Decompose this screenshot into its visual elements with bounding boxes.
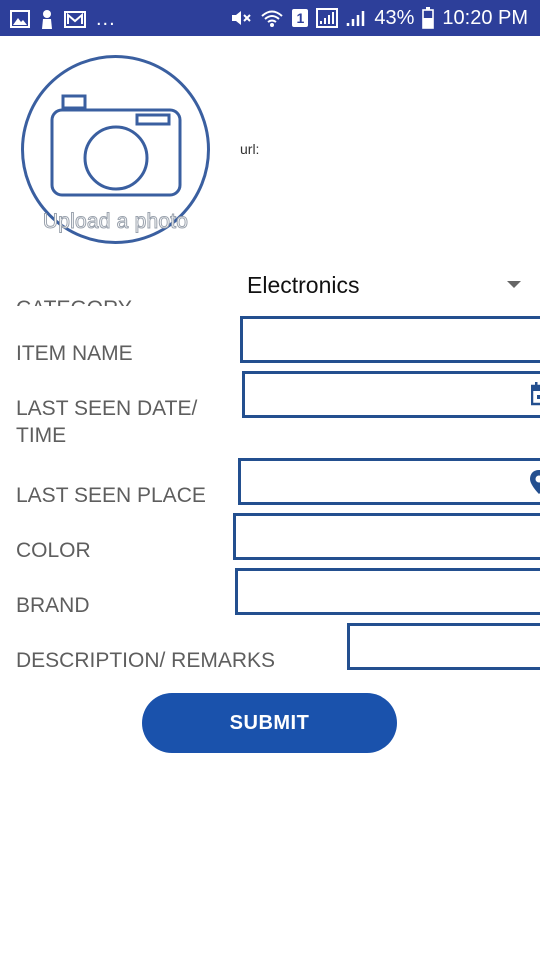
- category-select[interactable]: Electronics: [247, 272, 359, 299]
- gallery-icon: [10, 10, 30, 28]
- person-icon: [40, 9, 54, 29]
- dropdown-arrow-icon[interactable]: [507, 281, 521, 288]
- last-seen-datetime-input[interactable]: [242, 371, 540, 418]
- url-label: url:: [240, 141, 260, 157]
- wifi-icon: [260, 8, 284, 28]
- upload-photo-button[interactable]: Upload a photo: [21, 55, 210, 244]
- last-seen-place-input[interactable]: [238, 458, 540, 505]
- sim-signal-icon: [316, 8, 339, 28]
- last-seen-datetime-label-line1: LAST SEEN DATE/: [16, 397, 198, 420]
- item-name-input[interactable]: [240, 316, 540, 363]
- signal-icon: [346, 9, 366, 27]
- color-input[interactable]: [233, 513, 540, 560]
- battery-icon: [422, 7, 435, 29]
- status-bar: ... 1 43% 10:20 PM: [0, 0, 540, 36]
- clock: 10:20 PM: [442, 7, 528, 29]
- brand-input[interactable]: [235, 568, 540, 615]
- description-input[interactable]: [347, 623, 540, 670]
- description-label: DESCRIPTION/ REMARKS: [16, 649, 276, 672]
- last-seen-datetime-label-line2: TIME: [16, 424, 67, 447]
- last-seen-place-label: LAST SEEN PLACE: [16, 484, 206, 507]
- sim-badge: 1: [292, 9, 309, 27]
- last-seen-datetime-label: LAST SEEN DATE/ TIME: [16, 395, 197, 449]
- item-name-label: ITEM NAME: [16, 342, 133, 365]
- mail-icon: [64, 10, 86, 28]
- camera-icon: [50, 94, 182, 197]
- category-label: CATEGORY: [16, 298, 132, 306]
- submit-button[interactable]: SUBMIT: [142, 693, 397, 753]
- battery-percent: 43%: [374, 7, 415, 29]
- notification-overflow: ...: [96, 8, 116, 30]
- calendar-icon[interactable]: [531, 382, 540, 406]
- upload-photo-label: Upload a photo: [42, 210, 189, 234]
- location-pin-icon[interactable]: [529, 469, 540, 495]
- color-label: COLOR: [16, 539, 91, 562]
- brand-label: BRAND: [16, 594, 90, 617]
- mute-icon: [230, 8, 252, 28]
